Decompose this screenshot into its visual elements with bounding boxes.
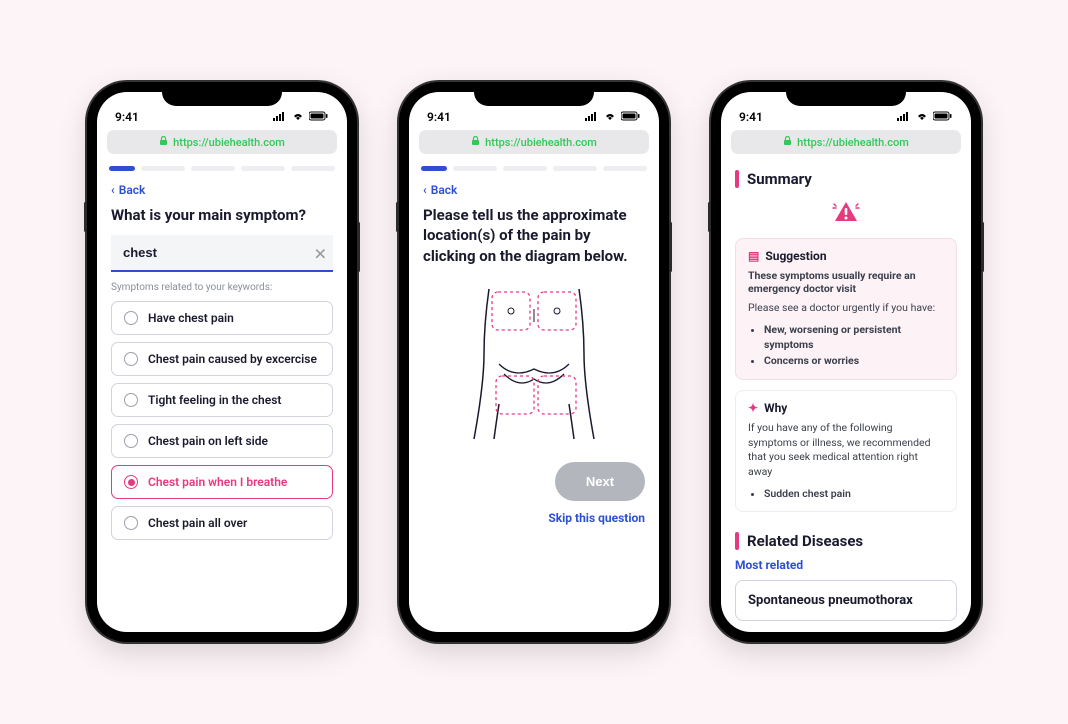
bullet: Sudden chest pain <box>764 486 944 502</box>
option-label: Have chest pain <box>148 311 234 325</box>
address-bar[interactable]: https://ubiehealth.com <box>107 130 337 154</box>
radio-icon <box>124 516 138 530</box>
option-label: Chest pain when I breathe <box>148 475 287 489</box>
battery-icon <box>621 110 641 124</box>
screen: 9:41 https://ubiehealth.com ‹ Back Pleas… <box>409 92 659 632</box>
alert-icon <box>721 196 971 238</box>
body-diagram[interactable] <box>409 276 659 456</box>
screen: 9:41 https://ubiehealth.com Summary <box>721 92 971 632</box>
results-hint: Symptoms related to your keywords: <box>97 282 347 301</box>
symptom-options: Have chest pain Chest pain caused by exc… <box>97 301 347 540</box>
radio-icon <box>124 434 138 448</box>
clear-icon[interactable]: ✕ <box>314 244 327 263</box>
status-icons <box>585 110 641 124</box>
why-card: ✦ Why If you have any of the following s… <box>735 390 957 513</box>
radio-icon <box>124 475 138 489</box>
option-label: Tight feeling in the chest <box>148 393 281 407</box>
lock-icon <box>783 136 792 149</box>
radio-icon <box>124 352 138 366</box>
option-label: Chest pain on left side <box>148 434 268 448</box>
bullet: Concerns or worries <box>764 353 944 369</box>
signal-icon <box>585 110 599 124</box>
next-button[interactable]: Next <box>555 462 645 501</box>
status-icons <box>273 110 329 124</box>
symptom-option[interactable]: Chest pain all over <box>111 506 333 540</box>
option-label: Chest pain all over <box>148 516 247 530</box>
phone-mockup-1: 9:41 https://ubiehealth.com <box>87 82 357 642</box>
related-heading: Related Diseases <box>721 522 971 558</box>
lock-icon <box>471 136 480 149</box>
time: 9:41 <box>739 110 763 124</box>
why-bullets: Sudden chest pain <box>748 486 944 502</box>
summary-heading: Summary <box>721 160 971 196</box>
symptom-option[interactable]: Chest pain when I breathe <box>111 465 333 499</box>
suggestion-headline: These symptoms usually require an emerge… <box>748 269 944 295</box>
page-title: What is your main symptom? <box>97 205 347 235</box>
sparkle-icon: ✦ <box>748 401 758 415</box>
back-button[interactable]: ‹ Back <box>409 179 659 205</box>
why-text: If you have any of the following symptom… <box>748 421 944 480</box>
search-wrapper: ✕ <box>111 235 333 272</box>
battery-icon <box>309 110 329 124</box>
option-label: Chest pain caused by excercise <box>148 352 317 366</box>
suggestion-card: ▤ Suggestion These symptoms usually requ… <box>735 238 957 380</box>
card-title: ✦ Why <box>748 401 944 415</box>
page-title: Please tell us the approximate location(… <box>409 205 659 276</box>
lock-icon <box>159 136 168 149</box>
chevron-left-icon: ‹ <box>423 183 427 197</box>
battery-icon <box>933 110 953 124</box>
chevron-left-icon: ‹ <box>111 183 115 197</box>
progress-bar <box>409 160 659 179</box>
symptom-option[interactable]: Tight feeling in the chest <box>111 383 333 417</box>
url: https://ubiehealth.com <box>797 136 909 149</box>
skip-link[interactable]: Skip this question <box>409 507 659 525</box>
note-icon: ▤ <box>748 249 759 263</box>
wifi-icon <box>915 110 929 124</box>
time: 9:41 <box>115 110 139 124</box>
signal-icon <box>897 110 911 124</box>
wifi-icon <box>603 110 617 124</box>
bullet: New, worsening or persistent symptoms <box>764 322 944 354</box>
time: 9:41 <box>427 110 451 124</box>
screen: 9:41 https://ubiehealth.com <box>97 92 347 632</box>
symptom-option[interactable]: Chest pain caused by excercise <box>111 342 333 376</box>
phone-mockup-3: 9:41 https://ubiehealth.com Summary <box>711 82 981 642</box>
progress-bar <box>97 160 347 179</box>
back-button[interactable]: ‹ Back <box>97 179 347 205</box>
phone-mockup-2: 9:41 https://ubiehealth.com ‹ Back Pleas… <box>399 82 669 642</box>
most-related-label: Most related <box>721 558 971 580</box>
radio-icon <box>124 311 138 325</box>
radio-icon <box>124 393 138 407</box>
symptom-option[interactable]: Chest pain on left side <box>111 424 333 458</box>
address-bar[interactable]: https://ubiehealth.com <box>419 130 649 154</box>
disease-card[interactable]: Spontaneous pneumothorax <box>735 580 957 621</box>
url: https://ubiehealth.com <box>485 136 597 149</box>
suggestion-subtext: Please see a doctor urgently if you have… <box>748 301 944 316</box>
address-bar[interactable]: https://ubiehealth.com <box>731 130 961 154</box>
url: https://ubiehealth.com <box>173 136 285 149</box>
symptom-option[interactable]: Have chest pain <box>111 301 333 335</box>
signal-icon <box>273 110 287 124</box>
symptom-search-input[interactable] <box>111 235 333 272</box>
status-icons <box>897 110 953 124</box>
suggestion-bullets: New, worsening or persistent symptoms Co… <box>748 322 944 369</box>
card-title: ▤ Suggestion <box>748 249 944 263</box>
wifi-icon <box>291 110 305 124</box>
